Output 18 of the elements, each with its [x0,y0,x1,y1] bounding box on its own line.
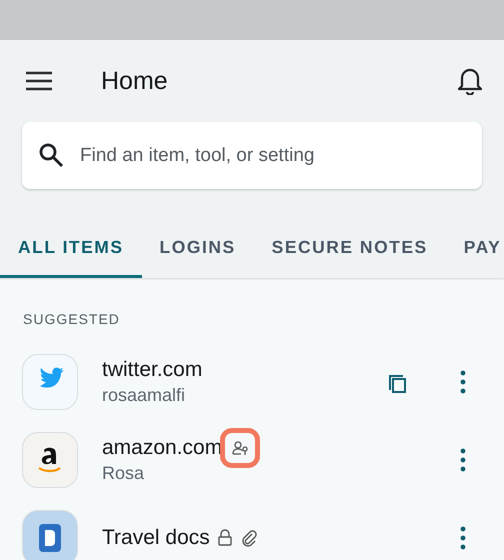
tab[interactable]: ALL ITEMS [0,225,142,278]
more-options-icon[interactable] [460,370,466,394]
menu-icon[interactable] [25,71,53,91]
item-subtitle: rosaamalfi [102,385,186,406]
tab[interactable]: LOGINS [142,225,254,278]
more-options-icon[interactable] [460,526,466,550]
search-field[interactable]: Find an item, tool, or setting [22,122,482,189]
tab[interactable]: SECURE NOTES [254,225,446,278]
page-title: Home [101,66,169,96]
item-subtitle: Rosa [102,463,146,484]
item-title[interactable]: amazon.com [102,436,222,460]
item-title[interactable]: Travel docs [102,526,210,550]
bell-icon[interactable] [457,67,483,95]
shared-person-icon [231,439,250,457]
more-options-icon[interactable] [460,448,466,472]
section-heading: SUGGESTED [22,311,121,327]
tab[interactable]: PAY [446,225,504,278]
item-title[interactable]: twitter.com [102,358,202,382]
